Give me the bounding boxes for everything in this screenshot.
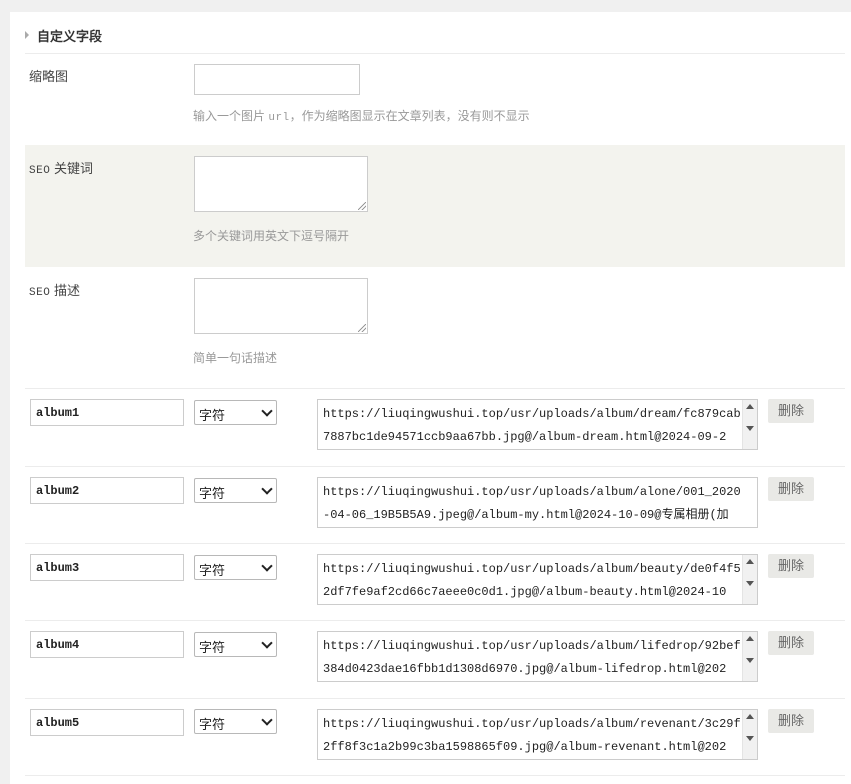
divider: [25, 388, 845, 389]
scrollbar[interactable]: [742, 632, 757, 681]
scroll-up-icon: [746, 714, 754, 719]
chevron-down-icon: [261, 405, 273, 417]
scroll-up-icon: [746, 559, 754, 564]
delete-button[interactable]: 删除: [768, 477, 814, 501]
divider: [25, 543, 845, 544]
scrollbar[interactable]: [742, 710, 757, 759]
field-name-input[interactable]: album2: [30, 477, 184, 504]
seo-keywords-textarea[interactable]: [194, 156, 368, 212]
scroll-down-icon: [746, 658, 754, 663]
seo-description-description: 简单一句话描述: [193, 351, 278, 365]
delete-button[interactable]: 删除: [768, 399, 814, 423]
scroll-down-icon: [746, 426, 754, 431]
thumbnail-label: 缩略图: [29, 69, 69, 84]
field-value-textarea[interactable]: https://liuqingwushui.top/usr/uploads/al…: [317, 399, 758, 450]
divider: [25, 466, 845, 467]
field-value-textarea[interactable]: https://liuqingwushui.top/usr/uploads/al…: [317, 554, 758, 605]
chevron-down-icon: [261, 560, 273, 572]
chevron-down-icon: [261, 637, 273, 649]
resize-handle-icon[interactable]: [358, 324, 366, 332]
field-name-input[interactable]: album4: [30, 631, 184, 658]
scroll-down-icon: [746, 736, 754, 741]
seo-keywords-row: [25, 145, 845, 267]
seo-description-textarea[interactable]: [194, 278, 368, 334]
field-value-textarea[interactable]: https://liuqingwushui.top/usr/uploads/al…: [317, 709, 758, 760]
field-name-input[interactable]: album1: [30, 399, 184, 426]
field-value-textarea[interactable]: https://liuqingwushui.top/usr/uploads/al…: [317, 631, 758, 682]
chevron-down-icon: [261, 714, 273, 726]
scrollbar[interactable]: [742, 555, 757, 604]
delete-button[interactable]: 删除: [768, 709, 814, 733]
custom-fields-panel: 自定义字段 缩略图 输入一个图片 url，作为缩略图显示在文章列表，没有则不显示…: [10, 12, 851, 784]
chevron-down-icon: [261, 483, 273, 495]
field-type-select[interactable]: 字符: [194, 400, 277, 425]
field-name-input[interactable]: album5: [30, 709, 184, 736]
field-type-select[interactable]: 字符: [194, 632, 277, 657]
resize-handle-icon[interactable]: [358, 202, 366, 210]
divider: [25, 775, 845, 776]
field-type-select[interactable]: 字符: [194, 555, 277, 580]
divider: [25, 620, 845, 621]
scroll-up-icon: [746, 636, 754, 641]
scroll-down-icon: [746, 581, 754, 586]
field-value-textarea[interactable]: https://liuqingwushui.top/usr/uploads/al…: [317, 477, 758, 528]
thumbnail-input[interactable]: [194, 64, 360, 95]
section-title: 自定义字段: [37, 28, 103, 44]
seo-keywords-description: 多个关键词用英文下逗号隔开: [193, 229, 350, 243]
caret-right-icon: [25, 31, 29, 39]
delete-button[interactable]: 删除: [768, 554, 814, 578]
section-header[interactable]: 自定义字段: [25, 20, 845, 50]
seo-keywords-label: SEO 关键词: [29, 161, 93, 177]
scroll-up-icon: [746, 404, 754, 409]
field-type-select[interactable]: 字符: [194, 478, 277, 503]
thumbnail-description: 输入一个图片 url，作为缩略图显示在文章列表，没有则不显示: [193, 109, 530, 124]
seo-description-label: SEO 描述: [29, 283, 80, 299]
delete-button[interactable]: 删除: [768, 631, 814, 655]
divider: [25, 53, 845, 54]
scrollbar[interactable]: [742, 400, 757, 449]
field-type-select[interactable]: 字符: [194, 709, 277, 734]
divider: [25, 698, 845, 699]
field-name-input[interactable]: album3: [30, 554, 184, 581]
